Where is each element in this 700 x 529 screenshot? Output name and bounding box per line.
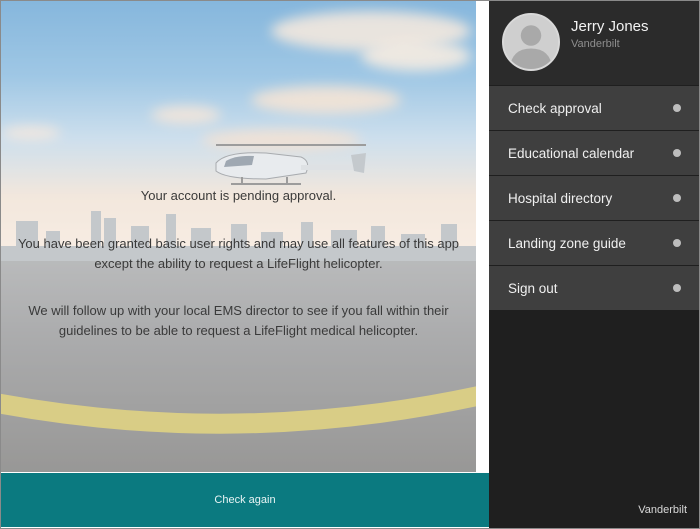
sidebar-item-label: Landing zone guide bbox=[508, 235, 626, 251]
main-content: Your account is pending approval. You ha… bbox=[1, 1, 476, 472]
pending-approval-title: Your account is pending approval. bbox=[140, 188, 337, 203]
dot-icon bbox=[673, 194, 681, 202]
user-name: Jerry Jones bbox=[571, 18, 649, 35]
dot-icon bbox=[673, 239, 681, 247]
followup-message: We will follow up with your local EMS di… bbox=[28, 303, 449, 338]
sidebar-item-label: Check approval bbox=[508, 100, 602, 116]
user-profile: Jerry Jones Vanderbilt bbox=[489, 1, 699, 85]
user-organization: Vanderbilt bbox=[571, 38, 620, 50]
sidebar-item-check-approval[interactable]: Check approval bbox=[489, 86, 699, 130]
sidebar-item-educational-calendar[interactable]: Educational calendar bbox=[489, 131, 699, 175]
sidebar-item-label: Hospital directory bbox=[508, 190, 613, 206]
content-gutter bbox=[476, 1, 489, 473]
sidebar-item-sign-out[interactable]: Sign out bbox=[489, 266, 699, 310]
sidebar-item-hospital-directory[interactable]: Hospital directory bbox=[489, 176, 699, 220]
sidebar-menu: Check approval Educational calendar Hosp… bbox=[489, 86, 699, 311]
dot-icon bbox=[673, 104, 681, 112]
check-again-button[interactable]: Check again bbox=[1, 473, 489, 527]
sidebar-item-label: Educational calendar bbox=[508, 145, 635, 161]
rights-message: You have been granted basic user rights … bbox=[17, 236, 460, 271]
user-silhouette-icon bbox=[502, 13, 560, 71]
footer-brand: Vanderbilt bbox=[638, 504, 687, 516]
sidebar: Jerry Jones Vanderbilt Check approval Ed… bbox=[489, 1, 699, 528]
dot-icon bbox=[673, 149, 681, 157]
dot-icon bbox=[673, 284, 681, 292]
sidebar-item-landing-zone-guide[interactable]: Landing zone guide bbox=[489, 221, 699, 265]
sidebar-item-label: Sign out bbox=[508, 280, 558, 296]
